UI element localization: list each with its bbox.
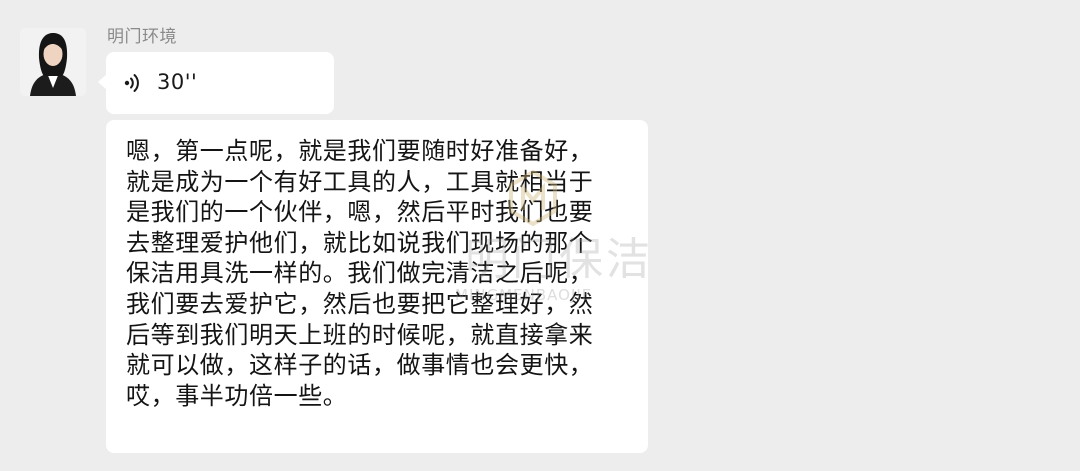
message-text: 嗯，第一点呢，就是我们要随时好准备好， 就是成为一个有好工具的人，工具就相当于 … (126, 137, 594, 410)
voice-wave-icon (122, 72, 144, 94)
contact-avatar[interactable] (20, 28, 86, 96)
voice-duration: 30'' (157, 70, 198, 94)
sender-name: 明门环境 (107, 27, 177, 47)
